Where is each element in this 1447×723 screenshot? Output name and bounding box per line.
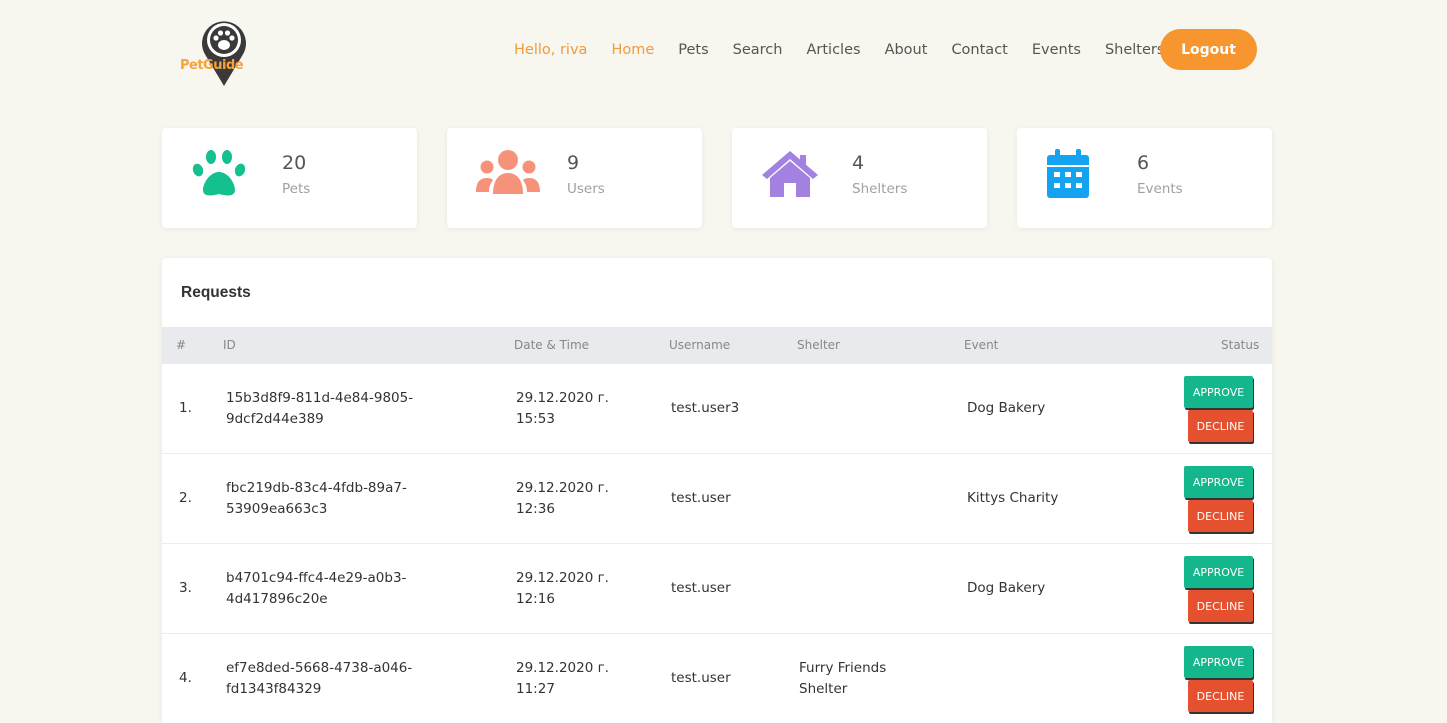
users-icon (476, 150, 540, 194)
stat-label: Users (567, 181, 605, 197)
approve-button[interactable]: APPROVE (1184, 556, 1253, 588)
request-id-line: 9dcf2d44e389 (226, 411, 324, 427)
request-id-line: fd1343f84329 (226, 681, 322, 697)
stat-value: 4 (852, 152, 865, 174)
nav-articles[interactable]: Articles (806, 42, 860, 58)
column-header-event: Event (964, 338, 999, 352)
request-username: test.user (671, 490, 731, 506)
nav-greeting[interactable]: Hello, riva (514, 42, 587, 58)
stat-card-events: 6 Events (1017, 128, 1272, 228)
request-datetime: 29.12.2020 г. 12:36 (516, 478, 609, 520)
house-icon (762, 151, 818, 197)
request-id: 15b3d8f9-811d-4e84-9805- 9dcf2d44e389 (226, 388, 413, 430)
stat-value: 6 (1137, 152, 1150, 174)
request-event: Dog Bakery (967, 580, 1046, 596)
stat-card-pets: 20 Pets (162, 128, 417, 228)
column-header-username: Username (669, 338, 731, 352)
request-date: 29.12.2020 г. (516, 480, 609, 496)
requests-panel: Requests # ID Date & Time Username Shelt… (162, 258, 1272, 723)
calendar-icon (1047, 149, 1089, 198)
column-header-status: Status (1221, 338, 1260, 352)
request-username: test.user3 (671, 400, 740, 416)
stat-label: Pets (282, 181, 311, 197)
request-username: test.user (671, 580, 731, 596)
stat-label: Shelters (852, 181, 908, 197)
request-datetime: 29.12.2020 г. 11:27 (516, 658, 609, 700)
table-row: 2. fbc219db-83c4-4fdb-89a7- 53909ea663c3… (162, 454, 1272, 544)
request-shelter-line: Shelter (799, 681, 848, 697)
nav-search[interactable]: Search (733, 42, 783, 58)
nav-shelters[interactable]: Shelters (1105, 42, 1164, 58)
row-number: 2. (179, 490, 192, 506)
column-header-number: # (176, 338, 187, 352)
request-username: test.user (671, 670, 731, 686)
decline-button[interactable]: DECLINE (1188, 410, 1253, 442)
decline-button[interactable]: DECLINE (1188, 680, 1253, 712)
logo[interactable]: PetGuide (178, 16, 270, 88)
nav-home[interactable]: Home (611, 42, 654, 58)
request-id-line: 15b3d8f9-811d-4e84-9805- (226, 390, 414, 406)
row-number: 4. (179, 670, 192, 686)
column-header-shelter: Shelter (797, 338, 840, 352)
row-number: 3. (179, 580, 192, 596)
paw-icon (192, 150, 246, 196)
approve-button[interactable]: APPROVE (1184, 376, 1253, 408)
panel-title: Requests (181, 284, 251, 301)
location-pin-icon (202, 21, 246, 86)
column-header-datetime: Date & Time (514, 338, 590, 352)
request-date: 29.12.2020 г. (516, 660, 609, 676)
table-row: 1. 15b3d8f9-811d-4e84-9805- 9dcf2d44e389… (162, 364, 1272, 454)
request-id-line: 53909ea663c3 (226, 501, 328, 517)
request-id: ef7e8ded-5668-4738-a046- fd1343f84329 (226, 658, 412, 700)
nav-about[interactable]: About (885, 42, 928, 58)
stat-card-users: 9 Users (447, 128, 702, 228)
stat-label: Events (1137, 181, 1183, 197)
request-date: 29.12.2020 г. (516, 570, 609, 586)
request-datetime: 29.12.2020 г. 12:16 (516, 568, 609, 610)
main-nav: Hello, riva Home Pets Search Articles Ab… (514, 38, 1164, 62)
request-shelter: Furry Friends Shelter (799, 658, 886, 700)
row-number: 1. (179, 400, 192, 416)
request-id: fbc219db-83c4-4fdb-89a7- 53909ea663c3 (226, 478, 407, 520)
stat-value: 20 (282, 152, 307, 174)
nav-pets[interactable]: Pets (678, 42, 708, 58)
stat-value: 9 (567, 152, 580, 174)
request-shelter-line: Furry Friends (799, 660, 887, 676)
request-id: b4701c94-ffc4-4e29-a0b3- 4d417896c20e (226, 568, 406, 610)
request-datetime: 29.12.2020 г. 15:53 (516, 388, 609, 430)
approve-button[interactable]: APPROVE (1184, 466, 1253, 498)
table-row: 4. ef7e8ded-5668-4738-a046- fd1343f84329… (162, 634, 1272, 723)
request-id-line: b4701c94-ffc4-4e29-a0b3- (226, 570, 407, 586)
request-id-line: fbc219db-83c4-4fdb-89a7- (226, 480, 407, 496)
request-id-line: 4d417896c20e (226, 591, 328, 607)
request-event: Kittys Charity (967, 490, 1059, 506)
request-id-line: ef7e8ded-5668-4738-a046- (226, 660, 413, 676)
table-header: # ID Date & Time Username Shelter Event … (162, 327, 1272, 364)
nav-contact[interactable]: Contact (951, 42, 1007, 58)
request-time: 12:36 (516, 501, 555, 517)
logout-button[interactable]: Logout (1160, 29, 1257, 70)
column-header-id: ID (223, 338, 236, 352)
stat-card-shelters: 4 Shelters (732, 128, 987, 228)
request-event: Dog Bakery (967, 400, 1046, 416)
decline-button[interactable]: DECLINE (1188, 590, 1253, 622)
logo-text: PetGuide (180, 58, 244, 73)
request-date: 29.12.2020 г. (516, 390, 609, 406)
header: PetGuide Hello, riva Home Pets Search Ar… (0, 0, 1447, 100)
nav-events[interactable]: Events (1032, 42, 1081, 58)
request-time: 12:16 (516, 591, 555, 607)
request-time: 11:27 (516, 681, 555, 697)
approve-button[interactable]: APPROVE (1184, 646, 1253, 678)
decline-button[interactable]: DECLINE (1188, 500, 1253, 532)
request-time: 15:53 (516, 411, 555, 427)
table-row: 3. b4701c94-ffc4-4e29-a0b3- 4d417896c20e… (162, 544, 1272, 634)
